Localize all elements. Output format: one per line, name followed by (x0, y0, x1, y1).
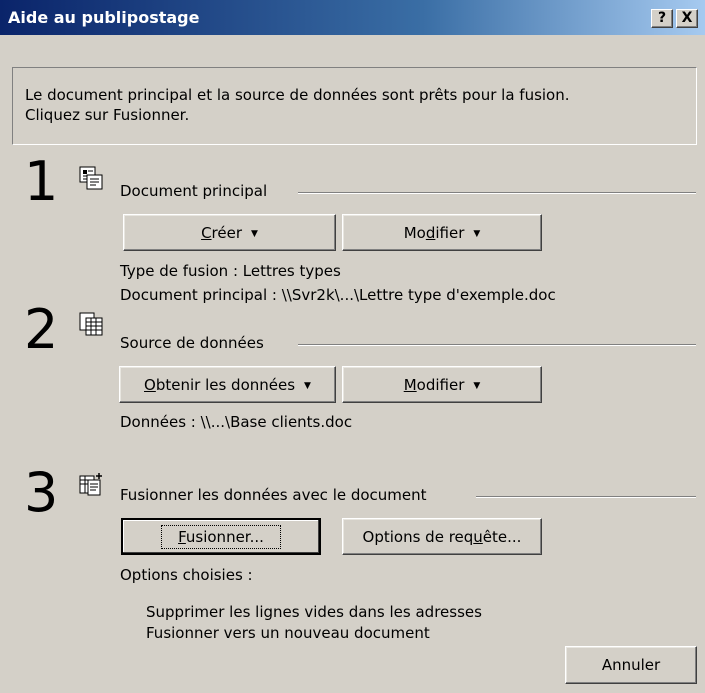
chevron-down-icon: ▼ (473, 228, 481, 239)
modify-label-end: odifier (416, 375, 465, 394)
help-button[interactable]: ? (651, 9, 673, 28)
divider (298, 344, 696, 346)
modify-accelerator: d (425, 223, 436, 242)
section-label-data-source: Source de données (120, 334, 264, 352)
query-label-end: ête... (482, 527, 522, 546)
section-label-merge: Fusionner les données avec le document (120, 486, 427, 504)
chevron-down-icon: ▼ (473, 380, 481, 391)
merge-button[interactable]: Fusionner... (121, 518, 321, 555)
create-accelerator: C (201, 223, 212, 242)
cancel-button[interactable]: Annuler (565, 646, 697, 684)
create-button[interactable]: Créer ▼ (123, 214, 336, 251)
merge-type-text: Type de fusion : Lettres types (120, 262, 341, 280)
step-number-1: 1 (24, 150, 59, 213)
modify-main-document-button[interactable]: Mo d ifier ▼ (342, 214, 542, 251)
close-button[interactable]: X (676, 9, 698, 28)
selected-options-label: Options choisies : (120, 566, 253, 584)
modify-accelerator: M (403, 375, 417, 394)
list-item: Fusionner vers un nouveau document (146, 624, 430, 642)
get-data-accelerator: O (144, 375, 156, 394)
step-number-3: 3 (24, 461, 59, 524)
info-message: Le document principal et la source de do… (12, 67, 697, 145)
section-label-main-document: Document principal (120, 182, 268, 200)
modify-label-start: Mo (403, 223, 426, 242)
modify-data-source-button[interactable]: Modifier ▼ (342, 366, 542, 403)
list-item: Supprimer les lignes vides dans les adre… (146, 603, 482, 621)
get-data-button[interactable]: Obtenir les données ▼ (119, 366, 336, 403)
divider (298, 192, 696, 194)
main-document-icon (79, 166, 103, 190)
query-accelerator: u (473, 527, 483, 546)
merge-icon (79, 473, 102, 496)
main-document-path: Document principal : \\Svr2k\...\Lettre … (120, 286, 556, 304)
merge-label-end: usionner... (185, 527, 264, 546)
title-bar: Aide au publipostage ? X (0, 0, 705, 35)
data-source-path: Données : \\...\Base clients.doc (120, 413, 353, 431)
divider (476, 496, 696, 498)
create-label-end: réer (211, 223, 243, 242)
focus-rect: Fusionner... (161, 524, 281, 549)
data-source-icon (79, 312, 103, 336)
chevron-down-icon: ▼ (251, 228, 258, 239)
merge-accelerator: F (178, 527, 186, 546)
get-data-label-end: btenir les données (155, 375, 296, 394)
modify-label-end: ifier (435, 223, 465, 242)
query-options-button[interactable]: Options de req u ête... (342, 518, 542, 555)
query-label-start: Options de req (362, 527, 474, 546)
window-title: Aide au publipostage (8, 8, 200, 27)
chevron-down-icon: ▼ (304, 380, 311, 391)
step-number-2: 2 (24, 298, 59, 361)
